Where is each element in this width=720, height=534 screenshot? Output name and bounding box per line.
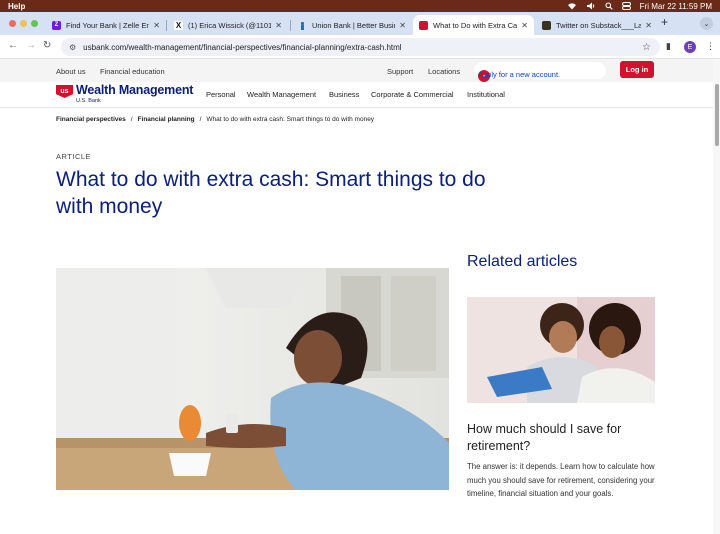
scrollbar-thumb[interactable] <box>715 84 719 146</box>
related-articles-heading: Related articles <box>467 253 578 270</box>
control-center-icon[interactable] <box>621 2 631 10</box>
tab-title: What to Do with Extra Cash <box>433 20 518 30</box>
bookmark-star-icon[interactable]: ☆ <box>642 42 651 53</box>
locations-link[interactable]: Locations <box>428 67 460 76</box>
breadcrumb-financial-perspectives[interactable]: Financial perspectives <box>56 116 126 123</box>
breadcrumb-current: What to do with extra cash: Smart things… <box>206 116 375 123</box>
apply-new-account-button[interactable]: ▪ Apply for a new account. <box>474 62 606 82</box>
close-window-button[interactable] <box>9 20 16 27</box>
about-us-link[interactable]: About us <box>56 67 86 76</box>
new-tab-button[interactable]: + <box>661 15 668 29</box>
breadcrumb: Financial perspectives / Financial plann… <box>56 116 374 123</box>
close-tab-icon[interactable]: ✕ <box>521 21 528 30</box>
hero-image <box>56 268 449 490</box>
union-bank-favicon-icon <box>298 21 307 30</box>
usbank-favicon-icon <box>419 20 428 30</box>
fullscreen-window-button[interactable] <box>31 20 38 27</box>
tab-substack[interactable]: Twitter on Substack___Las ✕ <box>536 15 658 35</box>
reload-icon[interactable]: ↻ <box>43 40 51 51</box>
tab-search-icon[interactable]: ⌄ <box>700 17 713 30</box>
help-menu[interactable]: Help <box>8 2 25 11</box>
close-tab-icon[interactable]: ✕ <box>275 21 282 30</box>
article-eyebrow: ARTICLE <box>56 152 92 161</box>
support-link[interactable]: Support <box>387 67 413 76</box>
brand-nav-bar: us Wealth Management U.S. Bank <box>0 82 720 108</box>
back-icon[interactable]: ← <box>8 40 18 51</box>
tab-union-bank[interactable]: Union Bank | Better Busines ✕ <box>292 15 412 35</box>
substack-favicon-icon <box>542 20 551 30</box>
related-article-image[interactable] <box>467 297 655 403</box>
profile-avatar[interactable]: E <box>684 41 696 53</box>
tab-twitter[interactable]: X (1) Erica Wissick (@11010er ✕ <box>168 15 288 35</box>
tab-zelle[interactable]: Z Find Your Bank | Zelle Enroll ✕ <box>46 15 166 35</box>
breadcrumb-financial-planning[interactable]: Financial planning <box>138 116 195 123</box>
nav-personal[interactable]: Personal <box>206 90 236 99</box>
minimize-window-button[interactable] <box>20 20 27 27</box>
clock[interactable]: Fri Mar 22 11:59 PM <box>640 2 712 11</box>
wifi-icon[interactable] <box>567 2 577 10</box>
close-tab-icon[interactable]: ✕ <box>399 21 406 30</box>
tab-strip: Z Find Your Bank | Zelle Enroll ✕ X (1) … <box>0 12 720 35</box>
tab-title: Find Your Bank | Zelle Enroll <box>66 20 150 30</box>
close-tab-icon[interactable]: ✕ <box>645 21 652 30</box>
browser-toolbar: ← → ↻ ⚙ usbank.com/wealth-management/fin… <box>0 35 720 59</box>
related-article-title[interactable]: How much should I save for retirement? <box>467 421 657 455</box>
brand-name[interactable]: Wealth Management <box>76 83 193 97</box>
brand-sub: U.S. Bank <box>76 98 101 104</box>
apply-label: Apply for a new account. <box>478 70 561 79</box>
login-button[interactable]: Log in <box>620 61 654 78</box>
close-tab-icon[interactable]: ✕ <box>153 21 160 30</box>
volume-icon[interactable] <box>586 2 596 10</box>
address-bar[interactable]: ⚙ usbank.com/wealth-management/financial… <box>61 38 660 56</box>
tab-title: Union Bank | Better Busines <box>312 20 395 30</box>
financial-education-link[interactable]: Financial education <box>100 67 165 76</box>
page-title: What to do with extra cash: Smart things… <box>56 168 486 218</box>
browser-menu-icon[interactable]: ⋮ <box>706 41 715 52</box>
forward-icon[interactable]: → <box>26 40 36 51</box>
usbank-logo-badge[interactable]: us <box>56 85 73 98</box>
tab-extra-cash[interactable]: What to Do with Extra Cash ✕ <box>413 15 534 35</box>
breadcrumb-separator: / <box>199 116 202 123</box>
site-info-icon[interactable]: ⚙ <box>69 43 76 52</box>
tab-title: (1) Erica Wissick (@11010er <box>188 20 272 30</box>
x-favicon-icon: X <box>174 20 183 30</box>
zelle-favicon-icon: Z <box>52 20 61 30</box>
nav-corporate-commercial[interactable]: Corporate & Commercial <box>371 90 454 99</box>
url-text: usbank.com/wealth-management/financial-p… <box>83 42 402 52</box>
breadcrumb-separator: / <box>130 116 133 123</box>
nav-institutional[interactable]: Institutional <box>467 90 505 99</box>
related-article-summary: The answer is: it depends. Learn how to … <box>467 462 655 498</box>
nav-wealth-management[interactable]: Wealth Management <box>247 90 316 99</box>
nav-business[interactable]: Business <box>329 90 359 99</box>
utility-bar: About us Financial education Support Loc… <box>0 59 720 82</box>
tab-title: Twitter on Substack___Las <box>556 20 642 30</box>
system-menu-bar: Help Fri Mar 22 11:59 PM <box>0 0 720 12</box>
search-icon[interactable] <box>605 2 613 10</box>
side-panel-icon[interactable]: ▮ <box>666 41 671 52</box>
